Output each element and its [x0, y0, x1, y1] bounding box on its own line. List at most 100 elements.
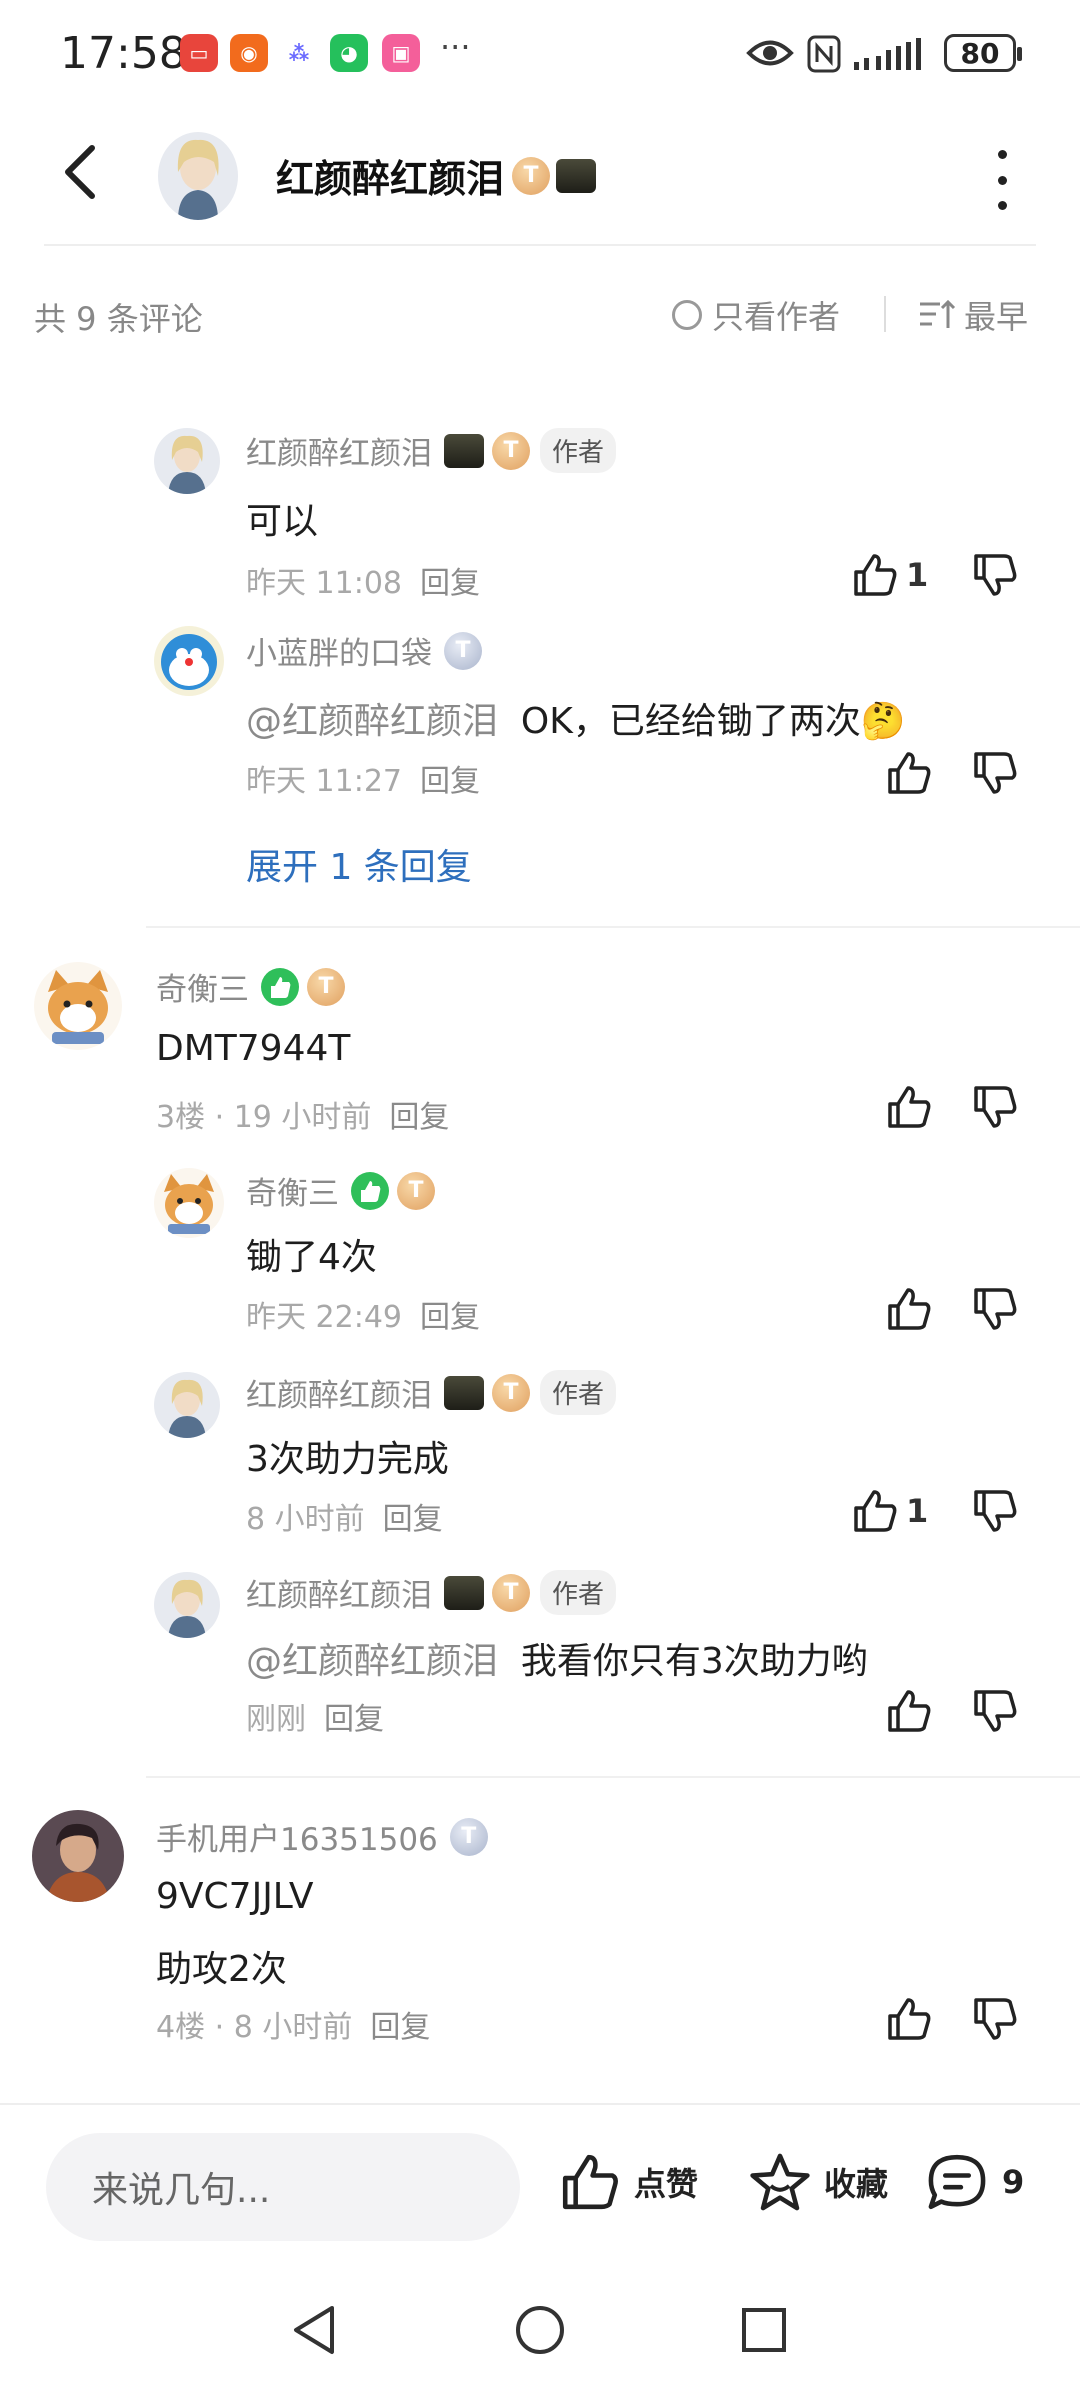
thumbs-down-icon[interactable]	[972, 1996, 1018, 2042]
collect-label: 收藏	[824, 2165, 889, 2203]
comment-body: OK，已经给锄了两次🤔	[520, 701, 906, 742]
comment-time: 刚刚	[246, 1702, 306, 1737]
username[interactable]: 红颜醉红颜泪	[246, 1570, 432, 1615]
nav-back-button[interactable]	[286, 2302, 342, 2358]
reply-button[interactable]: 回复	[420, 1300, 480, 1335]
thumbs-down-icon[interactable]	[972, 1084, 1018, 1130]
page-title: 红颜醉红颜泪 T	[276, 148, 597, 203]
like-post-button[interactable]: 点赞	[558, 2152, 698, 2212]
comment-input[interactable]: 来说几句...	[46, 2133, 520, 2241]
app-grid-icon: ◉	[230, 34, 268, 72]
only-author-toggle[interactable]: 只看作者	[672, 292, 840, 338]
hat-badge-icon	[444, 433, 484, 468]
signal-icon	[854, 38, 921, 70]
comment-meta: 昨天 11:27 回复	[246, 756, 480, 800]
thumbs-down-icon[interactable]	[972, 552, 1018, 598]
sync-app-icon: ⁂	[280, 34, 318, 72]
comment-header: 奇衡三 T	[246, 1168, 435, 1213]
reply-button[interactable]: 回复	[389, 1100, 449, 1135]
bottom-divider	[0, 2103, 1080, 2105]
sort-button[interactable]: 最早	[918, 292, 1028, 338]
comment-text-line2: 助攻2次	[156, 1949, 287, 1990]
comment-time: 3楼 · 19 小时前	[156, 1100, 372, 1135]
username[interactable]: 奇衡三	[156, 964, 249, 1009]
thumbs-up-icon[interactable]	[886, 1996, 932, 2042]
comment-meta: 昨天 22:49 回复	[246, 1292, 480, 1336]
expand-replies-link[interactable]: 展开 1 条回复	[246, 838, 472, 890]
radio-icon	[672, 300, 702, 330]
reply-button[interactable]: 回复	[420, 764, 480, 799]
reply-button[interactable]: 回复	[324, 1702, 384, 1737]
nav-home-button[interactable]	[512, 2302, 568, 2358]
avatar[interactable]	[154, 1168, 224, 1238]
comment-text: DMT7944T	[156, 1028, 351, 1069]
thumbs-down-icon[interactable]	[972, 1688, 1018, 1734]
avatar[interactable]	[154, 1372, 220, 1438]
level-badge-icon: T	[397, 1171, 435, 1210]
thumbs-up-icon	[562, 2154, 618, 2210]
comment-text: @红颜醉红颜泪 我看你只有3次助力哟	[246, 1632, 868, 1684]
mention-link[interactable]: @红颜醉红颜泪	[246, 701, 498, 742]
hat-badge-icon	[556, 158, 597, 193]
thumbs-up-icon[interactable]	[852, 552, 898, 598]
section-divider	[146, 1776, 1080, 1778]
mention-link[interactable]: @红颜醉红颜泪	[246, 1641, 498, 1682]
back-button[interactable]	[52, 142, 112, 202]
author-tag: 作者	[540, 1370, 617, 1415]
reply-button[interactable]: 回复	[420, 566, 480, 601]
comment-text: @红颜醉红颜泪 OK，已经给锄了两次🤔	[246, 692, 906, 744]
like-label: 点赞	[634, 2165, 699, 2203]
bilibili-icon: ▣	[382, 34, 420, 72]
username[interactable]: 手机用户16351506	[156, 1814, 438, 1859]
comment-meta: 昨天 11:08 回复	[246, 558, 480, 602]
reply-button[interactable]: 回复	[383, 1502, 443, 1537]
comments-button[interactable]: 9	[924, 2152, 1024, 2212]
comment-meta: 4楼 · 8 小时前 回复	[156, 2002, 430, 2046]
comment-meta: 3楼 · 19 小时前 回复	[156, 1092, 449, 1136]
author-tag: 作者	[540, 1570, 617, 1615]
thumbs-down-icon[interactable]	[972, 750, 1018, 796]
username[interactable]: 小蓝胖的口袋	[246, 628, 432, 673]
author-tag: 作者	[540, 428, 617, 473]
avatar[interactable]	[154, 626, 224, 696]
comment-time: 昨天 11:27	[246, 764, 402, 799]
nav-recents-button[interactable]	[736, 2302, 792, 2358]
author-avatar[interactable]	[158, 132, 238, 220]
hat-badge-icon	[444, 1375, 484, 1410]
comment-count: 共 9 条评论	[34, 300, 203, 338]
header-divider	[44, 244, 1036, 246]
avatar[interactable]	[154, 428, 220, 494]
comment-time: 8 小时前	[246, 1502, 365, 1537]
thumbs-up-badge-icon	[261, 967, 299, 1006]
thumbs-up-icon[interactable]	[886, 1286, 932, 1332]
like-group[interactable]: 1	[852, 552, 928, 598]
level-badge-icon: T	[444, 631, 482, 670]
avatar[interactable]	[154, 1572, 220, 1638]
only-author-label: 只看作者	[712, 298, 841, 336]
thumbs-up-icon[interactable]	[886, 1688, 932, 1734]
username[interactable]: 奇衡三	[246, 1168, 339, 1213]
status-more-icon: ···	[440, 28, 471, 66]
more-options-button[interactable]	[982, 150, 1022, 210]
thumbs-up-icon[interactable]	[852, 1488, 898, 1534]
comment-body: 我看你只有3次助力哟	[520, 1641, 868, 1682]
level-badge-icon: T	[449, 1817, 488, 1856]
avatar[interactable]	[32, 1810, 124, 1902]
thumbs-down-icon[interactable]	[972, 1488, 1018, 1534]
username[interactable]: 红颜醉红颜泪	[246, 428, 432, 473]
avatar[interactable]	[34, 962, 122, 1050]
collect-button[interactable]: 收藏	[748, 2152, 888, 2212]
nfc-icon	[807, 35, 841, 73]
level-badge-icon: T	[307, 967, 345, 1006]
thumbs-up-icon[interactable]	[886, 750, 932, 796]
thumbs-up-icon[interactable]	[886, 1084, 932, 1130]
thumbs-down-icon[interactable]	[972, 1286, 1018, 1332]
like-count: 1	[906, 1492, 929, 1530]
comment-bubble-icon	[928, 2154, 986, 2210]
eye-icon	[746, 40, 794, 66]
reply-button[interactable]: 回复	[370, 2010, 430, 2045]
like-group[interactable]: 1	[852, 1488, 928, 1534]
username[interactable]: 红颜醉红颜泪	[246, 1370, 432, 1415]
level-badge-icon: T	[492, 1573, 530, 1612]
comment-header: 红颜醉红颜泪 T 作者	[246, 428, 617, 473]
